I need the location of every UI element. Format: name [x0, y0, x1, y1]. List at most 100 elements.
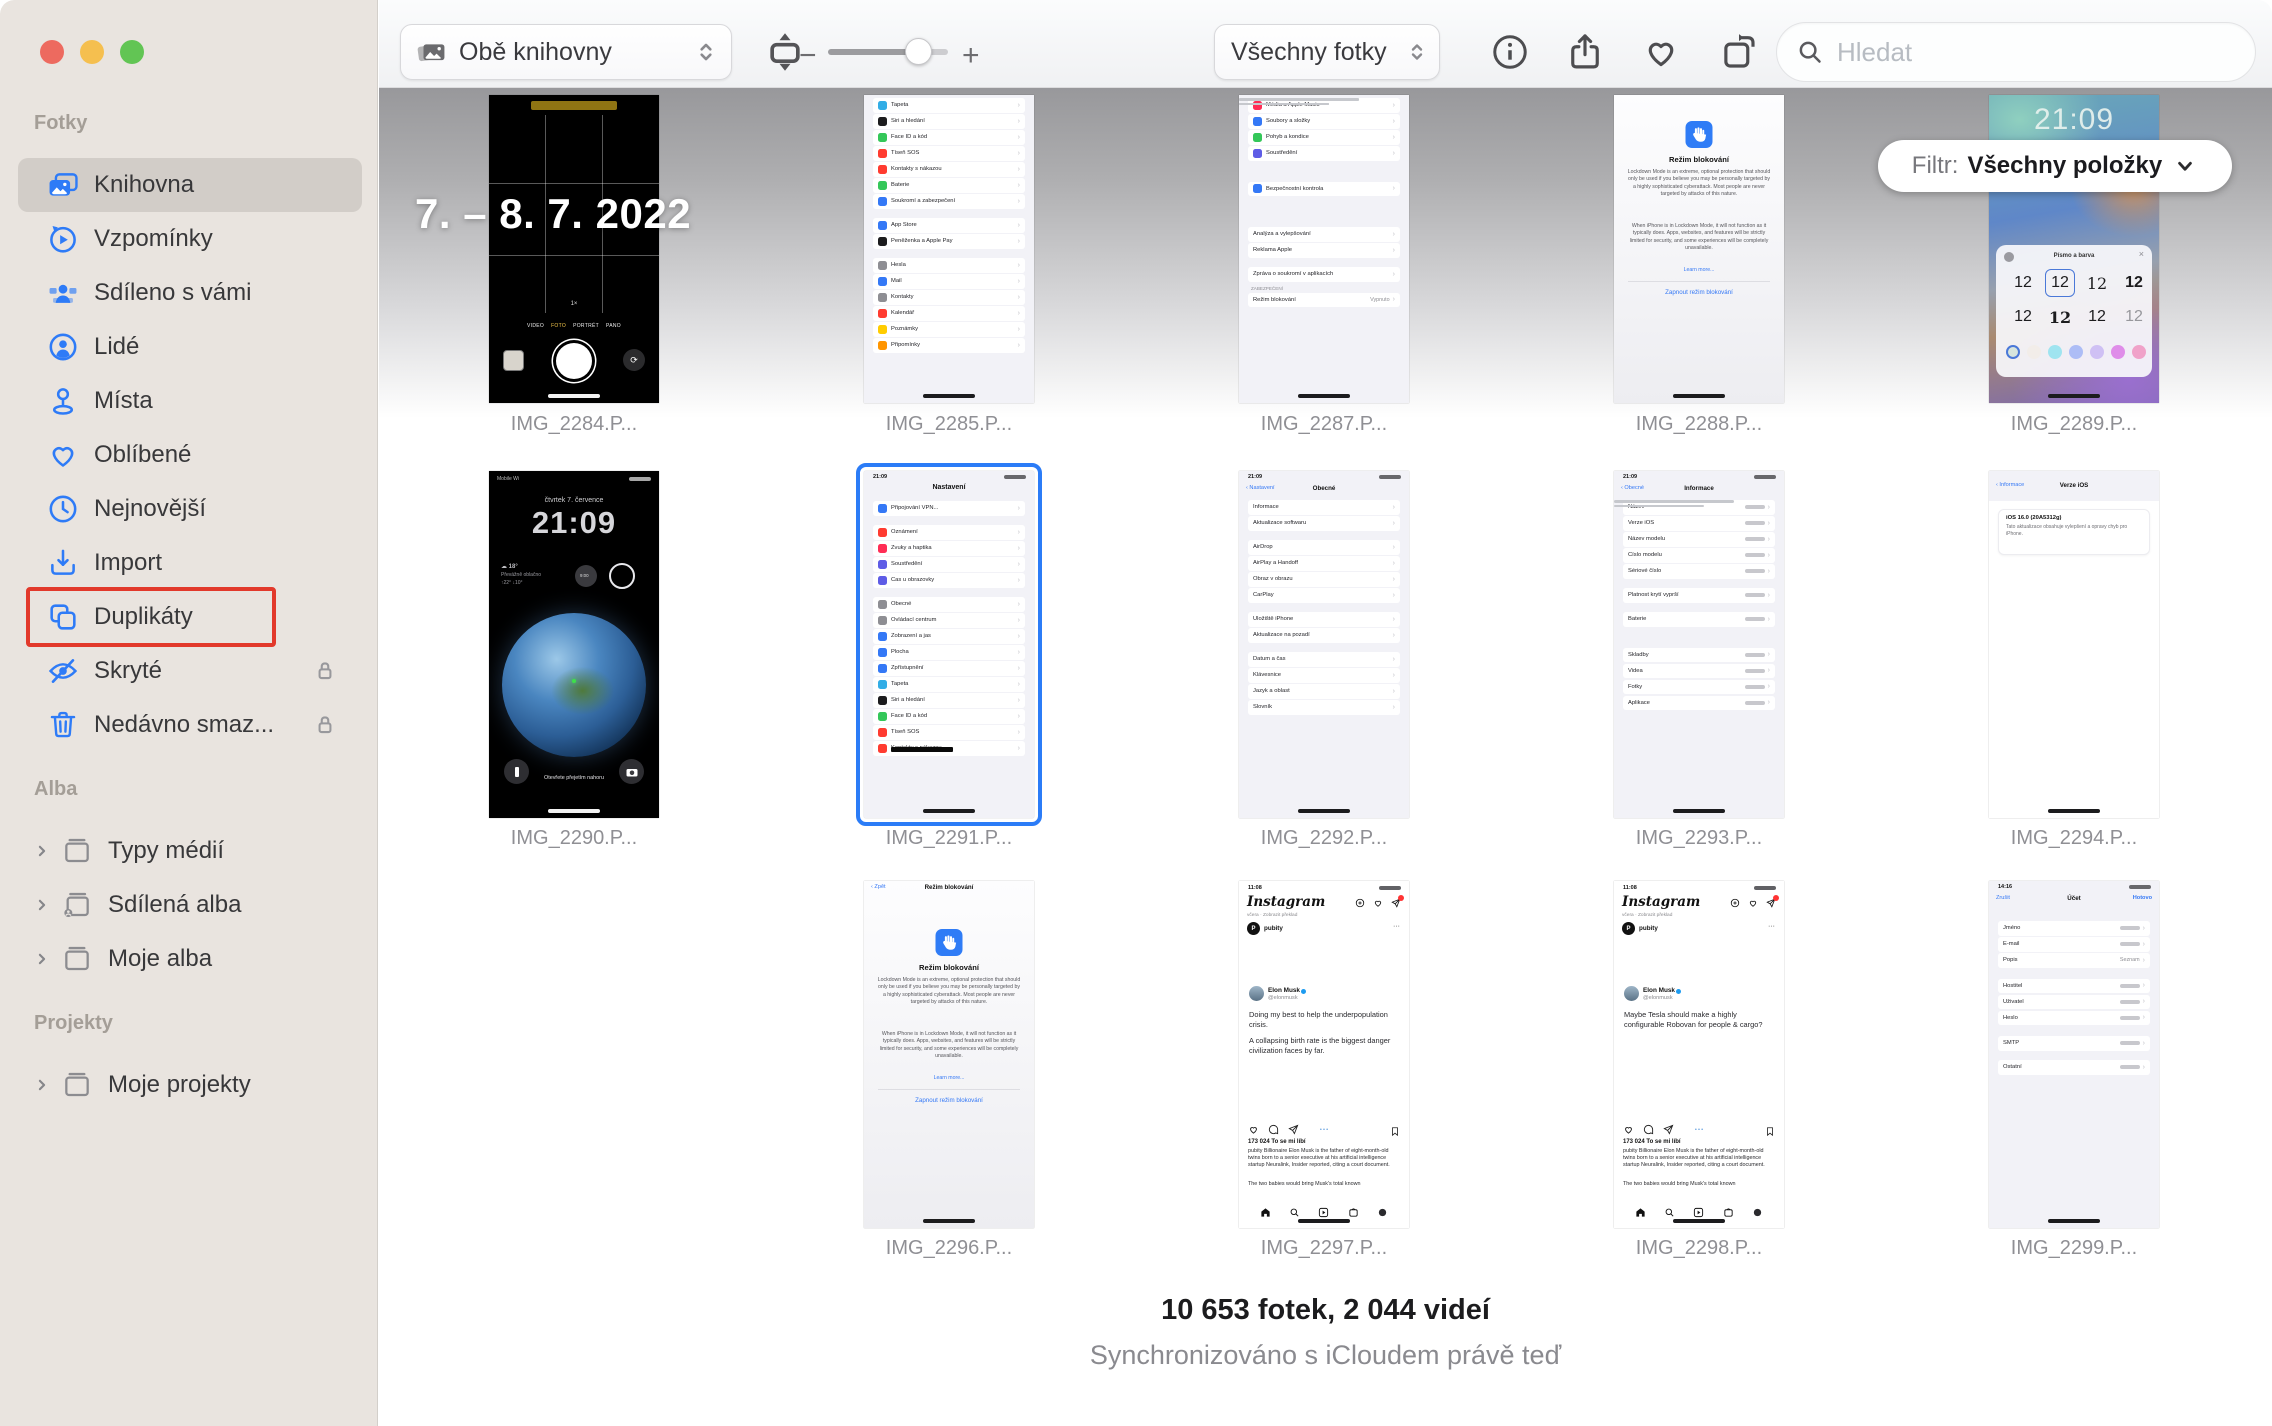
filter-button[interactable]: Filtr: Všechny položky — [1878, 140, 2232, 192]
bookmark-icon[interactable] — [1390, 1124, 1400, 1142]
settings-row[interactable]: Datum a čas› — [1248, 652, 1400, 667]
settings-row[interactable]: Zvuky a haptika› — [873, 541, 1025, 556]
font-sample[interactable]: 12 — [2082, 269, 2112, 297]
settings-row[interactable]: Peněženka a Apple Pay› — [873, 234, 1025, 249]
settings-row[interactable]: Zobrazení a jas› — [873, 629, 1025, 644]
photo-thumbnail-IMG_2294[interactable]: ‹ InformaceVerze iOSiOS 16.0 (20A5312g)T… — [1989, 471, 2159, 818]
close-button[interactable] — [40, 40, 64, 64]
photo-thumbnail-IMG_2284[interactable]: 1×VIDEOFOTOPORTRÉTPANO⟳ — [489, 95, 659, 403]
settings-row[interactable]: SMTP› — [1998, 1036, 2150, 1051]
settings-row[interactable]: AirPlay a Handoff› — [1248, 556, 1400, 571]
settings-row[interactable]: Reklama Apple› — [1248, 243, 1400, 258]
settings-row[interactable]: Aplikace› — [1623, 696, 1775, 711]
photo-thumbnail-IMG_2298[interactable]: 11:08Instagramvčera · Zobrazit překladPp… — [1614, 881, 1784, 1228]
sidebar-item-knihovna[interactable]: Knihovna — [18, 158, 362, 212]
settings-row[interactable]: Poznámky› — [873, 322, 1025, 337]
settings-row[interactable]: Číslo modelu› — [1623, 548, 1775, 563]
settings-row[interactable]: CarPlay› — [1248, 588, 1400, 603]
font-sample[interactable]: 12 — [2045, 303, 2075, 331]
settings-row[interactable]: Soustředění› — [873, 557, 1025, 572]
settings-row[interactable]: Tapeta› — [873, 677, 1025, 692]
library-dropdown[interactable]: Obě knihovny — [400, 24, 732, 80]
settings-row[interactable]: Soubory a složky› — [1248, 114, 1400, 129]
settings-row[interactable]: Analýza a vylepšování› — [1248, 227, 1400, 242]
settings-row[interactable]: Kontakty s nákazou› — [873, 741, 1025, 756]
sidebar-item-sdilena-alba[interactable]: Sdílená alba — [18, 878, 362, 932]
info-icon[interactable] — [1486, 28, 1534, 76]
bookmark-icon[interactable] — [1765, 1124, 1775, 1142]
settings-row[interactable]: Plocha› — [873, 645, 1025, 660]
sidebar-item-sdileno-s-vami[interactable]: Sdíleno s vámi — [18, 266, 362, 320]
share-icon[interactable] — [1561, 28, 1609, 76]
settings-row[interactable]: Zpráva o soukromí v aplikacích› — [1248, 267, 1400, 282]
font-sample[interactable]: 12 — [2045, 269, 2075, 297]
zoom-in-button[interactable]: + — [962, 39, 980, 73]
sidebar-item-moje-alba[interactable]: Moje alba — [18, 932, 362, 986]
settings-row[interactable]: Baterie› — [873, 178, 1025, 193]
flip-camera-button[interactable]: ⟳ — [623, 349, 645, 371]
font-sample[interactable]: 12 — [2008, 303, 2038, 331]
settings-row[interactable]: Siri a hledání› — [873, 114, 1025, 129]
settings-row[interactable]: Face ID a kód› — [873, 130, 1025, 145]
photo-thumbnail-IMG_2292[interactable]: 21:09‹ NastaveníObecnéInformace›Aktualiz… — [1239, 471, 1409, 818]
settings-row[interactable]: Tíseň SOS› — [873, 725, 1025, 740]
settings-row[interactable]: Kontakty s nákazou› — [873, 162, 1025, 177]
font-sample[interactable]: 12 — [2119, 269, 2149, 297]
settings-row[interactable]: Soukromí a zabezpečení› — [873, 194, 1025, 209]
zoom-slider-thumb[interactable] — [905, 38, 932, 65]
sidebar-item-vzpominky[interactable]: Vzpomínky — [18, 212, 362, 266]
sidebar-item-lide[interactable]: Lidé — [18, 320, 362, 374]
photo-thumbnail-IMG_2293[interactable]: 21:09‹ ObecnéInformaceNázev›Verze iOS›Ná… — [1614, 471, 1784, 818]
font-sample[interactable]: 12 — [2082, 303, 2112, 331]
color-swatch[interactable] — [2069, 345, 2083, 359]
settings-row[interactable]: Hesla› — [873, 258, 1025, 273]
search-field[interactable] — [1776, 22, 2256, 82]
photo-thumbnail-IMG_2297[interactable]: 11:08Instagramvčera · Zobrazit překladPp… — [1239, 881, 1409, 1228]
zoom-out-button[interactable]: − — [799, 39, 817, 73]
minimize-button[interactable] — [80, 40, 104, 64]
sidebar-item-oblibene[interactable]: Oblíbené — [18, 428, 362, 482]
photo-thumbnail-IMG_2296[interactable]: ‹ ZpětRežim blokováníRežim blokováníLock… — [864, 881, 1034, 1228]
settings-row[interactable]: Obecné› — [873, 597, 1025, 612]
settings-row[interactable]: Obraz v obrazu› — [1248, 572, 1400, 587]
settings-row[interactable]: Název modelu› — [1623, 532, 1775, 547]
photo-thumbnail-IMG_2285[interactable]: Tapeta›Siri a hledání›Face ID a kód›Tíse… — [864, 95, 1034, 403]
photo-thumbnail-IMG_2299[interactable]: 14:16ZrušitÚčetHotovoJméno›E-mail›PopisS… — [1989, 881, 2159, 1228]
sidebar-item-moje-projekty[interactable]: Moje projekty — [18, 1058, 362, 1112]
color-swatch[interactable] — [2111, 345, 2125, 359]
color-swatch[interactable] — [2027, 345, 2041, 359]
favorite-icon[interactable] — [1637, 28, 1685, 76]
font-sample[interactable]: 12 — [2119, 303, 2149, 331]
photo-thumbnail-IMG_2291[interactable]: 21:09NastaveníPřipojování VPN...›Oznámen… — [864, 471, 1034, 818]
settings-row[interactable]: Face ID a kód› — [873, 709, 1025, 724]
settings-row[interactable]: Oznámení› — [873, 525, 1025, 540]
settings-row[interactable]: Videa› — [1623, 664, 1775, 679]
settings-row[interactable]: Připomínky› — [873, 338, 1025, 353]
photo-thumbnail-IMG_2290[interactable]: Mobile Wičtvrtek 7. července21:09☁ 18°Př… — [489, 471, 659, 818]
settings-row[interactable]: Připojování VPN...› — [873, 501, 1025, 516]
camera-roll-thumbnail[interactable] — [503, 350, 524, 371]
settings-row[interactable]: Úložiště iPhone› — [1248, 612, 1400, 627]
settings-row[interactable]: Informace› — [1248, 500, 1400, 515]
settings-row[interactable]: Pohyb a kondice› — [1248, 130, 1400, 145]
settings-row[interactable]: Zpřístupnění› — [873, 661, 1025, 676]
settings-row[interactable]: Sériové číslo› — [1623, 564, 1775, 579]
search-input[interactable] — [1835, 36, 2215, 69]
settings-row[interactable]: Aktualizace na pozadí› — [1248, 628, 1400, 643]
settings-row[interactable]: E-mail› — [1998, 937, 2150, 952]
settings-row[interactable]: Tíseň SOS› — [873, 146, 1025, 161]
sidebar-item-nedavno-smazane[interactable]: Nedávno smaz... — [18, 698, 362, 752]
settings-row[interactable]: Kontakty› — [873, 290, 1025, 305]
rotate-icon[interactable] — [1715, 28, 1763, 76]
settings-row[interactable]: Režim blokováníVypnuto› — [1248, 293, 1400, 308]
sidebar-item-mista[interactable]: Místa — [18, 374, 362, 428]
settings-row[interactable]: Platnost krytí vyprší› — [1623, 588, 1775, 603]
camera-mode-label[interactable]: FOTO — [551, 323, 566, 329]
settings-row[interactable]: Ovládací centrum› — [873, 613, 1025, 628]
sidebar-item-skryte[interactable]: Skryté — [18, 644, 362, 698]
settings-row[interactable]: Mail› — [873, 274, 1025, 289]
settings-row[interactable]: Čas u obrazovky› — [873, 573, 1025, 588]
camera-button[interactable] — [619, 759, 644, 784]
settings-row[interactable]: Skladby› — [1623, 648, 1775, 663]
settings-row[interactable]: Baterie› — [1623, 612, 1775, 627]
